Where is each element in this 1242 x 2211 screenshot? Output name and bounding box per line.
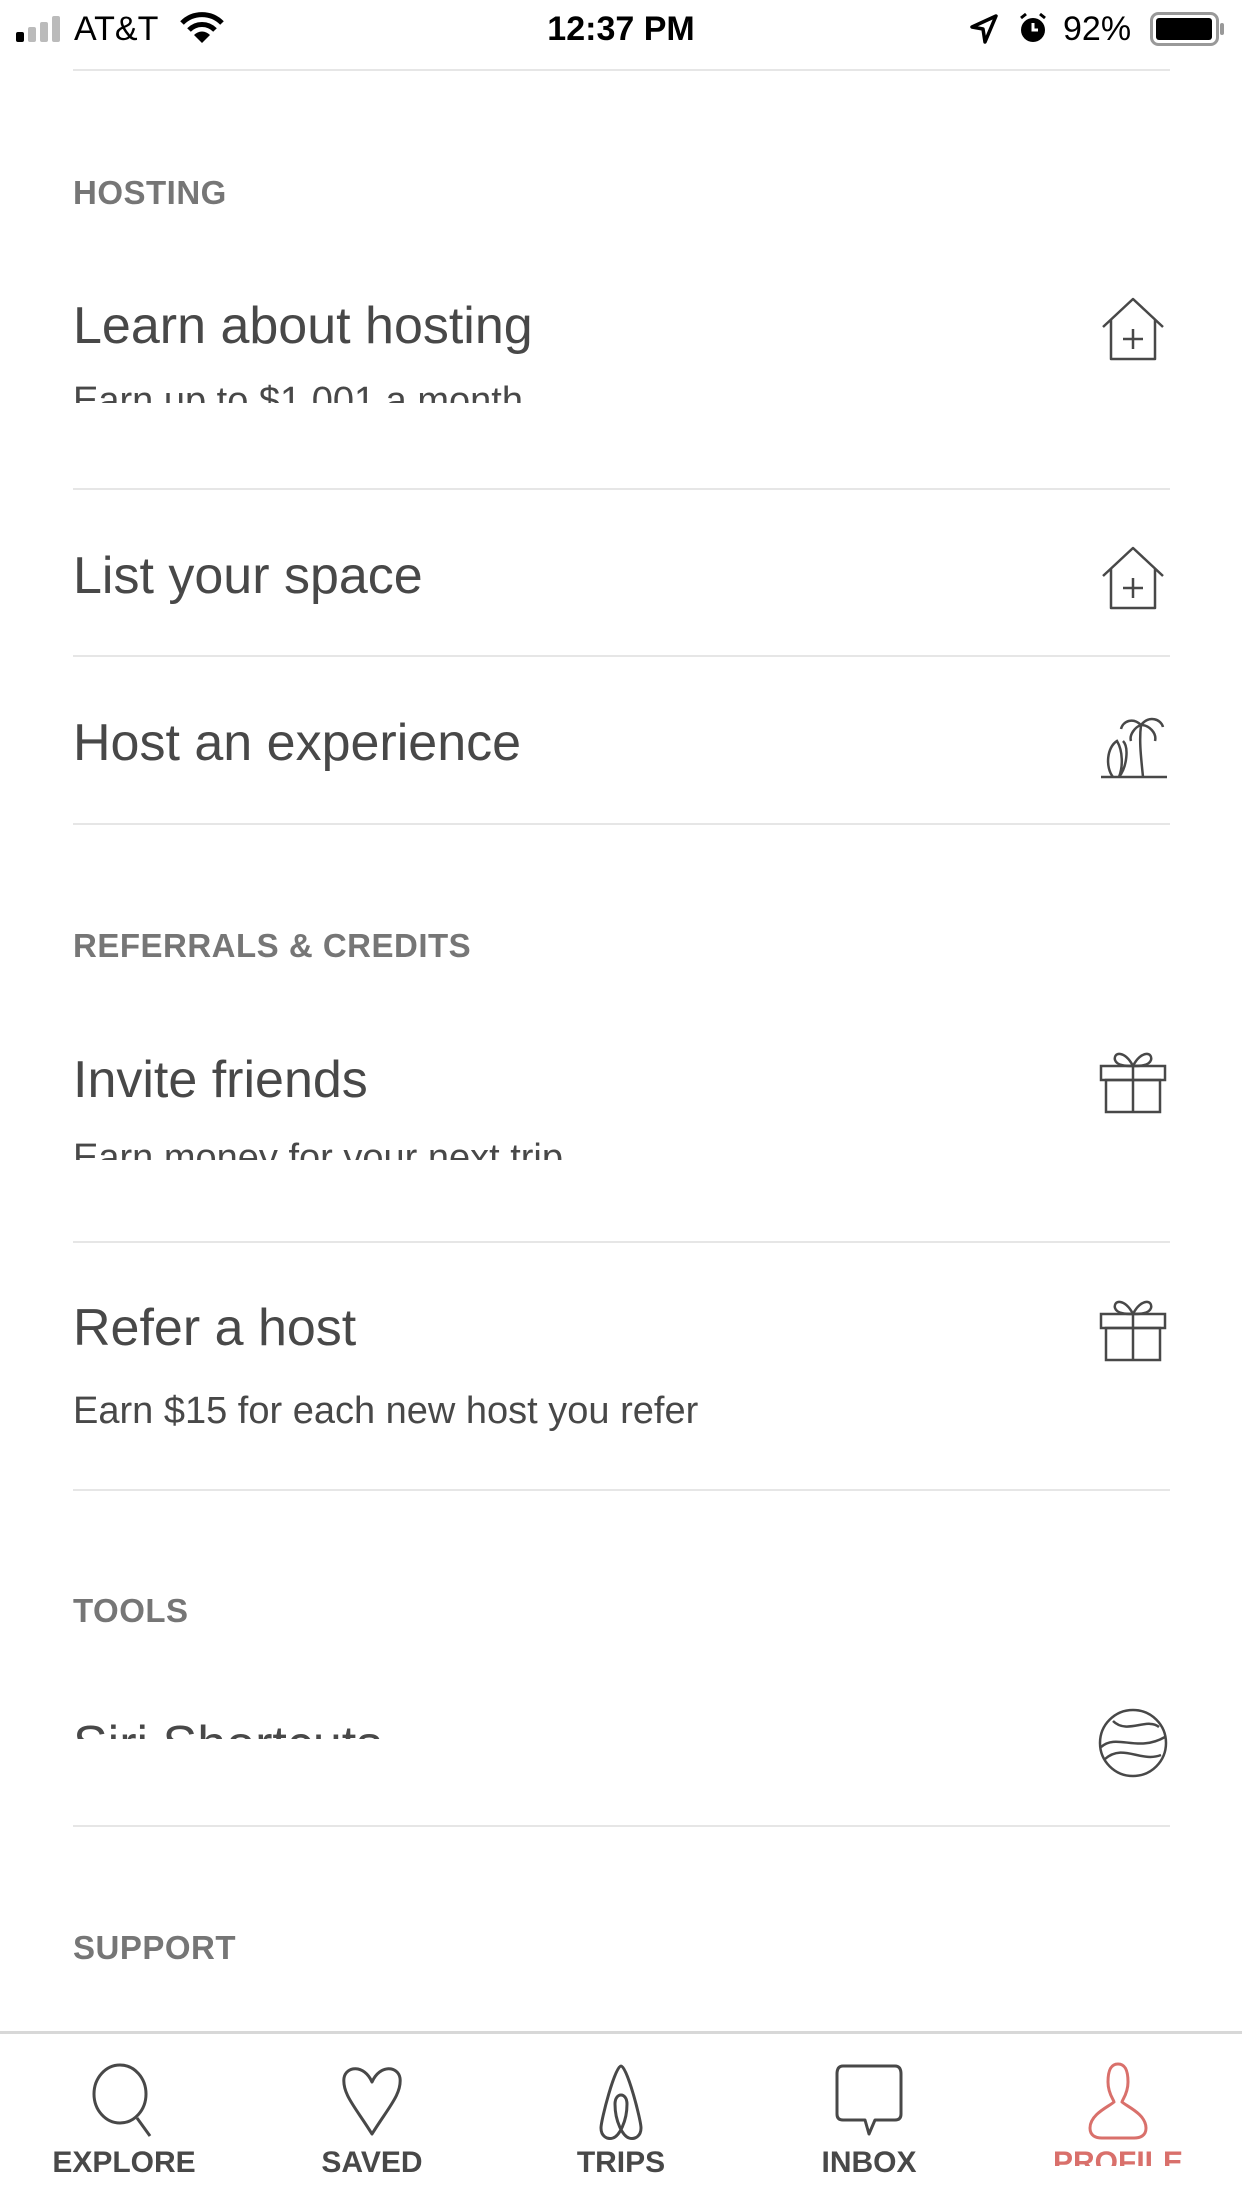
gift-icon [1099,1052,1167,1114]
divider [73,1489,1170,1491]
section-header-hosting: HOSTING [73,174,227,211]
tab-label: INBOX [821,2146,917,2179]
item-title: List your space [73,547,423,605]
alarm-icon [1020,12,1046,42]
item-title: Host an experience [73,714,522,772]
airbnb-logo-icon [599,2064,643,2140]
section-header-referrals: REFERRALS & CREDITS [73,927,472,964]
divider [73,1825,1170,1827]
divider [73,1241,1170,1243]
tab-saved[interactable]: SAVED [272,2034,472,2211]
message-icon [835,2064,903,2136]
house-plus-icon [1102,546,1164,610]
palm-tree-icon [1101,717,1167,779]
tab-label: TRIPS [576,2146,666,2174]
tab-explore[interactable]: EXPLORE [24,2034,224,2211]
search-icon [92,2063,152,2137]
item-title: Learn about hosting [73,297,533,355]
tab-label: SAVED [321,2146,423,2179]
tab-label: EXPLORE [52,2146,196,2179]
section-header-tools: TOOLS [73,1592,189,1629]
gift-icon [1099,1300,1167,1362]
tab-inbox[interactable]: INBOX [769,2034,969,2211]
clock: 12:37 PM [547,10,695,48]
tab-label: PROFILE [1052,2146,1183,2166]
divider [73,823,1170,825]
battery-percent: 92% [1063,10,1132,48]
item-title: Refer a host [73,1299,357,1357]
item-subtitle-clipped: Earn up to $1,001 a month [73,380,523,403]
battery-icon [1150,12,1224,46]
section-header-support: SUPPORT [73,1929,237,1966]
item-subtitle-clipped: Earn money for your next trip [73,1137,563,1160]
profile-icon [1088,2062,1148,2140]
tab-trips[interactable]: TRIPS [521,2034,721,2211]
item-title-clipped: Siri Shortcuts [73,1717,973,1739]
location-icon [970,14,998,44]
item-subtitle: Earn $15 for each new host you refer [73,1390,699,1432]
item-title: Invite friends [73,1051,368,1109]
divider [73,655,1170,657]
heart-icon [342,2067,402,2136]
divider [73,69,1170,71]
house-plus-icon [1102,297,1164,361]
status-bar: AT&T 12:37 PM 92% [0,0,1242,60]
divider [73,488,1170,490]
tab-profile[interactable]: PROFILE [1018,2034,1218,2211]
siri-icon [1098,1708,1168,1778]
tab-bar: EXPLORE SAVED TRIPS INBOX PROFILE [0,2031,1242,2211]
